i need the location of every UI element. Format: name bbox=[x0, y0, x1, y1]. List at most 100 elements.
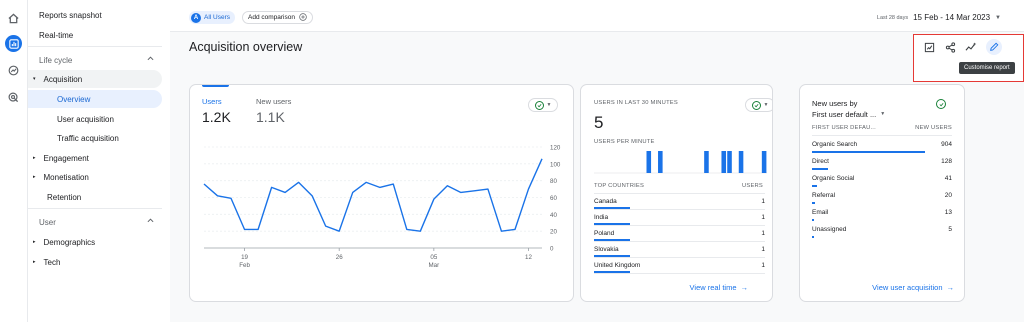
add-circle-icon bbox=[299, 12, 307, 23]
country-row: Slovakia 1 bbox=[594, 246, 765, 253]
page-title: Acquisition overview bbox=[189, 40, 303, 54]
customise-report-tooltip: Customise report bbox=[959, 62, 1015, 74]
compare-icon[interactable] bbox=[921, 39, 937, 55]
chevron-up-icon[interactable] bbox=[147, 56, 154, 63]
share-icon[interactable] bbox=[942, 39, 958, 55]
check-circle-icon bbox=[534, 100, 544, 110]
view-real-time-link[interactable]: View real time → bbox=[690, 283, 748, 292]
top-bar: A All Users Add comparison Last 28 days … bbox=[170, 0, 1024, 32]
card-title-1: New users by bbox=[812, 99, 858, 108]
users-per-minute-chart bbox=[594, 151, 767, 174]
nav-label: Monetisation bbox=[43, 172, 89, 182]
channel-bar bbox=[812, 202, 815, 204]
home-icon[interactable] bbox=[5, 10, 22, 27]
channel-bar bbox=[812, 219, 814, 221]
dropdown-arrow-icon: ▼ bbox=[763, 102, 769, 108]
dropdown-arrow-icon: ▼ bbox=[546, 102, 552, 108]
caret-right-icon: ▸ bbox=[33, 155, 36, 161]
channel-name: Email bbox=[812, 209, 829, 216]
nav-label: Traffic acquisition bbox=[57, 133, 119, 143]
date-range: 15 Feb - 14 Mar 2023 bbox=[913, 13, 991, 22]
insights-icon[interactable] bbox=[963, 39, 979, 55]
nav-label: Demographics bbox=[43, 237, 96, 247]
per-minute-label: USERS PER MINUTE bbox=[594, 139, 655, 145]
country-name: Canada bbox=[594, 198, 617, 205]
main-content: A All Users Add comparison Last 28 days … bbox=[170, 0, 1024, 322]
y-tick-label: 100 bbox=[550, 161, 561, 168]
nav-reports-snapshot[interactable]: Reports snapshot bbox=[39, 6, 173, 24]
divider bbox=[28, 46, 162, 47]
date-caption: Last 28 days bbox=[876, 14, 909, 21]
nav-engagement[interactable]: ▸ Engagement bbox=[33, 149, 167, 167]
explore-icon[interactable] bbox=[5, 62, 22, 79]
report-nav: Reports snapshot Real-time Life cycle ▾ … bbox=[28, 0, 170, 322]
channel-row: Organic Social 41 bbox=[812, 175, 952, 182]
channel-name: Direct bbox=[812, 158, 829, 165]
minute-bar bbox=[727, 151, 732, 173]
users-trend-card: Users 1.2K New users 1.1K ▼ 120 100 80 60 40… bbox=[189, 84, 574, 302]
nav-label: Overview bbox=[57, 94, 91, 104]
add-comparison-button[interactable]: Add comparison bbox=[242, 11, 313, 24]
dimension-dropdown[interactable]: First user default ... ▼ bbox=[812, 110, 885, 119]
x-tick-label: 26 bbox=[336, 254, 343, 261]
segment-avatar: A bbox=[191, 12, 201, 23]
channel-bar bbox=[812, 185, 818, 187]
country-users: 1 bbox=[761, 262, 765, 269]
country-name: United Kingdom bbox=[594, 262, 641, 269]
minute-bar bbox=[658, 151, 663, 173]
check-circle-icon[interactable] bbox=[936, 99, 946, 109]
reports-icon[interactable] bbox=[5, 35, 22, 52]
add-comparison-label: Add comparison bbox=[248, 14, 295, 21]
chevron-up-icon[interactable] bbox=[147, 218, 154, 225]
view-user-acquisition-link[interactable]: View user acquisition → bbox=[872, 283, 954, 292]
nav-label: Engagement bbox=[43, 153, 89, 163]
link-label: View user acquisition bbox=[872, 283, 943, 292]
metric-users-label[interactable]: Users bbox=[202, 97, 222, 106]
channel-name: Unassigned bbox=[812, 226, 847, 233]
nav-realtime[interactable]: Real-time bbox=[39, 26, 173, 44]
channel-name: Referral bbox=[812, 192, 836, 199]
y-tick-label: 80 bbox=[550, 178, 557, 185]
icon-rail bbox=[0, 0, 28, 322]
y-tick-label: 40 bbox=[550, 212, 557, 219]
nav-label: Acquisition bbox=[43, 74, 83, 84]
report-toolbar-highlight bbox=[913, 34, 1024, 82]
nav-label: User acquisition bbox=[57, 114, 114, 124]
nav-retention[interactable]: Retention bbox=[47, 188, 181, 206]
nav-label: Retention bbox=[47, 192, 82, 202]
divider bbox=[28, 208, 162, 209]
pencil-icon[interactable] bbox=[986, 39, 1002, 55]
status-dropdown[interactable]: ▼ bbox=[528, 98, 558, 112]
dropdown-arrow-icon: ▼ bbox=[880, 111, 886, 117]
status-dropdown[interactable]: ▼ bbox=[745, 98, 772, 112]
row-divider bbox=[594, 273, 765, 274]
channel-name: Organic Social bbox=[812, 175, 855, 182]
date-range-picker[interactable]: Last 28 days 15 Feb - 14 Mar 2023 ▼ bbox=[877, 13, 1001, 22]
nav-tech[interactable]: ▸ Tech bbox=[33, 253, 167, 271]
minute-bar bbox=[738, 151, 744, 173]
new-users-by-channel-card: New users by First user default ... ▼ FI… bbox=[799, 84, 965, 302]
nav-acquisition[interactable]: ▾ Acquisition bbox=[33, 70, 167, 88]
country-users: 1 bbox=[761, 230, 765, 237]
advertising-icon[interactable] bbox=[5, 89, 22, 106]
metric-new-users-label[interactable]: New users bbox=[256, 97, 291, 106]
channel-bar bbox=[812, 236, 814, 238]
minute-bar bbox=[721, 151, 727, 173]
minute-bar bbox=[646, 151, 652, 173]
nav-monetisation[interactable]: ▸ Monetisation bbox=[33, 168, 167, 186]
channel-new-users: 41 bbox=[944, 175, 952, 182]
check-circle-icon bbox=[751, 100, 761, 110]
channel-bar bbox=[812, 168, 828, 170]
nav-demographics[interactable]: ▸ Demographics bbox=[33, 233, 167, 251]
channel-new-users: 13 bbox=[944, 209, 952, 216]
segment-chip[interactable]: A All Users bbox=[189, 11, 236, 24]
users-line-chart: 120 100 80 60 40 20 0 19Feb 26 05Mar 12 bbox=[203, 145, 561, 269]
channel-new-users: 5 bbox=[948, 226, 952, 233]
section-label: Life cycle bbox=[39, 55, 73, 65]
col-channel: FIRST USER DEFAU... bbox=[812, 125, 876, 131]
users-series-line bbox=[203, 158, 543, 232]
channel-row: Email 13 bbox=[812, 209, 952, 216]
row-divider bbox=[594, 225, 765, 226]
caret-right-icon: ▸ bbox=[33, 239, 36, 245]
link-label: View real time bbox=[689, 283, 737, 292]
